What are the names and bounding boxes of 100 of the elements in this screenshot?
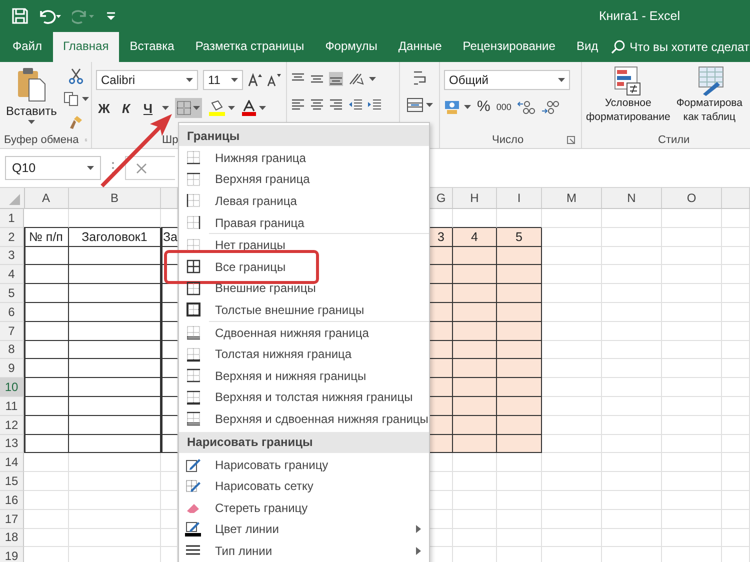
column-header[interactable]: A bbox=[24, 188, 69, 208]
caret-icon bbox=[162, 106, 169, 110]
dialog-launcher-icon[interactable] bbox=[567, 136, 575, 144]
ribbon-tab[interactable]: Вид bbox=[566, 32, 609, 62]
column-header[interactable]: M bbox=[542, 188, 602, 208]
ribbon-tab[interactable]: Формулы bbox=[314, 32, 388, 62]
ribbon-tab[interactable]: Разметка страницы bbox=[184, 32, 315, 62]
row-header[interactable]: 10 bbox=[0, 378, 24, 397]
row-header[interactable]: 7 bbox=[0, 322, 24, 341]
scissors-icon[interactable] bbox=[68, 68, 84, 84]
font-color-icon[interactable] bbox=[241, 100, 257, 116]
row-header[interactable]: 6 bbox=[0, 302, 24, 322]
row-header[interactable]: 5 bbox=[0, 284, 24, 303]
format-as-table-button[interactable]: Форматирова как таблиц bbox=[676, 66, 742, 132]
menu-item[interactable]: Толстые внешние границы bbox=[179, 299, 429, 321]
row-header[interactable]: 18 bbox=[0, 528, 24, 548]
row-header[interactable]: 17 bbox=[0, 510, 24, 529]
menu-item[interactable]: Тип линии bbox=[179, 540, 429, 562]
ribbon-tab[interactable]: Данные bbox=[388, 32, 452, 62]
row-header[interactable]: 14 bbox=[0, 453, 24, 472]
table-cell bbox=[453, 416, 497, 435]
row-header[interactable]: 1 bbox=[0, 209, 24, 228]
menu-item[interactable]: Верхняя и нижняя границы bbox=[179, 364, 429, 387]
horizontal-align-icon[interactable] bbox=[291, 98, 305, 112]
decrease-decimal-icon[interactable] bbox=[541, 100, 560, 114]
menu-item[interactable]: Нижняя граница bbox=[179, 147, 429, 169]
column-header[interactable]: H bbox=[453, 188, 497, 208]
column-header[interactable]: I bbox=[497, 188, 542, 208]
row-header[interactable]: 12 bbox=[0, 416, 24, 435]
increase-decimal-icon[interactable] bbox=[517, 100, 536, 114]
decrease-indent-icon[interactable] bbox=[348, 98, 362, 112]
menu-item[interactable]: Внешние границы bbox=[179, 278, 429, 300]
font-name-field[interactable]: Calibri bbox=[96, 70, 198, 90]
font-size-field[interactable]: 11 bbox=[203, 70, 243, 90]
currency-icon[interactable] bbox=[444, 98, 462, 114]
row-header[interactable]: 13 bbox=[0, 434, 24, 454]
column-header[interactable]: B bbox=[69, 188, 161, 208]
menu-item[interactable]: Верхняя граница bbox=[179, 168, 429, 190]
menu-item[interactable]: Стереть границу bbox=[179, 496, 429, 518]
menu-item[interactable]: Нарисовать границу bbox=[179, 454, 429, 476]
search-icon[interactable] bbox=[610, 40, 625, 54]
menu-item[interactable]: Толстая нижняя граница bbox=[179, 343, 429, 365]
name-box[interactable]: Q10 bbox=[5, 156, 101, 180]
row-header[interactable]: 15 bbox=[0, 472, 24, 491]
conditional-formatting-button[interactable]: Условное форматирование bbox=[586, 66, 670, 132]
format-painter-icon[interactable] bbox=[68, 114, 84, 130]
paste-icon[interactable] bbox=[16, 66, 46, 102]
percent-button[interactable]: % bbox=[477, 98, 490, 115]
menu-item[interactable]: Нет границы bbox=[179, 234, 429, 256]
fill-color-icon[interactable] bbox=[208, 100, 226, 116]
row-header[interactable]: 16 bbox=[0, 490, 24, 510]
line-color-icon bbox=[185, 521, 201, 538]
save-icon[interactable] bbox=[12, 8, 28, 24]
menu-item[interactable]: Сдвоенная нижняя граница bbox=[179, 322, 429, 344]
table-cell bbox=[453, 359, 497, 378]
copy-icon[interactable] bbox=[62, 91, 79, 107]
border-icon bbox=[186, 238, 200, 253]
thousands-button[interactable]: 000 bbox=[496, 102, 512, 112]
menu-item[interactable]: Все границы bbox=[179, 256, 429, 278]
horizontal-align-icon[interactable] bbox=[329, 98, 343, 112]
menu-item[interactable]: Верхняя и толстая нижняя границы bbox=[179, 386, 429, 408]
row-header[interactable]: 9 bbox=[0, 359, 24, 378]
menu-item[interactable]: Цвет линии bbox=[179, 518, 429, 540]
table-cell: Заголовок1 bbox=[69, 228, 161, 247]
table-cell bbox=[497, 490, 542, 510]
paste-label[interactable]: Вставить bbox=[6, 104, 57, 118]
row-header[interactable]: 2 bbox=[0, 228, 24, 247]
menu-item[interactable]: Нарисовать сетку bbox=[179, 475, 429, 497]
horizontal-align-icon[interactable] bbox=[310, 98, 324, 112]
table-cell bbox=[430, 434, 453, 454]
merge-cells-icon[interactable] bbox=[406, 98, 422, 112]
bold-button[interactable]: Ж bbox=[96, 100, 112, 116]
shrink-font-icon[interactable] bbox=[267, 73, 281, 87]
vertical-align-icon[interactable] bbox=[329, 72, 343, 86]
tell-me-text[interactable]: Что вы хотите сделат bbox=[630, 40, 750, 54]
row-header[interactable]: 8 bbox=[0, 340, 24, 360]
ribbon-tab[interactable]: Вставка bbox=[119, 32, 185, 62]
row-header[interactable]: 19 bbox=[0, 547, 24, 562]
ribbon-tab[interactable]: Файл bbox=[2, 32, 53, 62]
row-header[interactable]: 4 bbox=[0, 265, 24, 284]
column-header[interactable]: N bbox=[602, 188, 662, 208]
row-header[interactable]: 11 bbox=[0, 396, 24, 416]
ribbon-tab[interactable]: Рецензирование bbox=[452, 32, 566, 62]
grow-font-icon[interactable] bbox=[248, 73, 262, 87]
orientation-icon[interactable] bbox=[348, 72, 364, 86]
ribbon-tab[interactable]: Главная bbox=[52, 32, 120, 62]
column-header[interactable]: O bbox=[662, 188, 722, 208]
menu-item[interactable]: Левая граница bbox=[179, 190, 429, 212]
underline-button[interactable]: Ч bbox=[140, 100, 156, 116]
undo-icon[interactable] bbox=[38, 8, 62, 24]
menu-item[interactable]: Верхняя и сдвоенная нижняя границы bbox=[179, 408, 429, 430]
close-icon[interactable] bbox=[136, 162, 147, 174]
row-header[interactable]: 3 bbox=[0, 246, 24, 266]
wrap-text-icon[interactable] bbox=[412, 70, 426, 86]
number-format-field[interactable]: Общий bbox=[444, 70, 570, 90]
italic-button[interactable]: К bbox=[118, 100, 134, 116]
menu-item[interactable]: Правая граница bbox=[179, 212, 429, 234]
table-cell bbox=[662, 528, 722, 548]
increase-indent-icon[interactable] bbox=[367, 98, 381, 112]
borders-button[interactable] bbox=[175, 98, 202, 118]
